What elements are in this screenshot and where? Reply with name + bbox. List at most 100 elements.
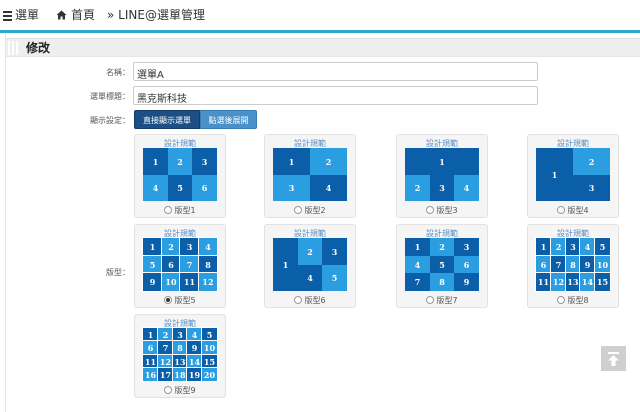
layout-cell: 3 <box>192 148 217 175</box>
layout-radio[interactable]: 版型7 <box>397 295 487 306</box>
layout-name: 版型8 <box>567 296 589 305</box>
layout-cell: 4 <box>143 175 168 201</box>
layout-cell: 6 <box>142 340 159 356</box>
layout-cell: 4 <box>198 237 218 257</box>
layout-cell: 9 <box>454 273 479 291</box>
layout-cell: 5 <box>594 237 611 257</box>
radio-button-icon[interactable] <box>164 296 173 304</box>
layout-radio[interactable]: 版型1 <box>135 205 225 216</box>
layout-cell: 5 <box>201 327 218 342</box>
layout-cell: 3 <box>430 175 454 201</box>
layout-radio[interactable]: 版型5 <box>135 295 225 306</box>
layout-cell: 3 <box>454 238 479 256</box>
layout-card[interactable]: 設計規範 1 2 3 4 5 版型6 <box>264 224 356 308</box>
layout-cell: 4 <box>454 175 479 201</box>
layout-radio[interactable]: 版型8 <box>528 295 618 306</box>
section-title: 修改 <box>26 41 51 55</box>
layout-cell: 1 <box>273 148 310 175</box>
layout-cell: 6 <box>192 175 217 201</box>
layout-cell: 14 <box>579 272 596 292</box>
radio-button-icon[interactable] <box>164 386 173 394</box>
menu-label: 選單 <box>15 8 40 22</box>
layout-cell: 9 <box>142 272 163 292</box>
layout-radio[interactable]: 版型4 <box>528 205 618 216</box>
layout-card[interactable]: 設計規範 1 2 3 4 5 6 7 8 9 10 11 12 13 14 15 16 17 18 19 20 版型9 <box>134 314 226 398</box>
layout-cell: 1 <box>143 148 168 175</box>
layout-name: 版型7 <box>436 296 458 305</box>
layout-cell: 12 <box>157 354 174 369</box>
layout-cell: 1 <box>142 327 159 342</box>
layout-cell: 2 <box>573 148 610 175</box>
layout-cell: 5 <box>430 256 454 273</box>
layout-name: 版型3 <box>436 206 458 215</box>
breadcrumb[interactable]: » LINE@選單管理 <box>107 6 205 23</box>
layout-cell: 12 <box>550 272 567 292</box>
layout-cell: 3 <box>322 238 347 265</box>
layout-cell: 3 <box>172 327 188 342</box>
layout-radio[interactable]: 版型6 <box>265 295 355 306</box>
layout-card[interactable]: 設計規範 1 2 3 4 5 6 7 8 9 10 11 12 13 14 15 版型8 <box>527 224 619 308</box>
layout-radio[interactable]: 版型9 <box>135 385 225 396</box>
layout-cell: 18 <box>172 367 188 382</box>
radio-button-icon[interactable] <box>426 296 435 304</box>
menu-title-input[interactable]: 黑克斯科技 <box>133 86 538 105</box>
layout-cell: 14 <box>186 354 203 369</box>
layout-card[interactable]: 設計規範 1 2 3 4 5 6 版型1 <box>134 134 226 218</box>
layout-cell: 6 <box>161 255 181 274</box>
layout-cell: 20 <box>201 367 218 382</box>
layout-cell: 10 <box>201 340 218 356</box>
layout-cell: 2 <box>405 175 430 201</box>
menu-toggle[interactable]: 選單 <box>3 6 39 23</box>
layout-radio[interactable]: 版型3 <box>397 205 487 216</box>
layout-cell: 6 <box>535 255 552 274</box>
layout-name: 版型5 <box>174 296 196 305</box>
hamburger-icon <box>3 9 12 23</box>
layout-cell: 2 <box>157 327 174 342</box>
home-label: 首頁 <box>71 8 96 22</box>
layout-cell: 7 <box>550 255 567 274</box>
left-border <box>5 33 6 412</box>
layout-cell: 12 <box>198 272 218 292</box>
layout-cell: 4 <box>310 175 347 201</box>
back-to-top-button[interactable] <box>601 346 626 371</box>
layout-cell: 11 <box>179 272 200 292</box>
radio-button-icon[interactable] <box>426 206 435 214</box>
radio-button-icon[interactable] <box>164 206 173 214</box>
layout-cell: 5 <box>322 265 347 291</box>
layout-cell: 8 <box>430 273 454 291</box>
layout-cell: 16 <box>142 367 159 382</box>
layout-cell: 15 <box>594 272 611 292</box>
layout-preview: 1 2 3 4 5 6 7 8 9 10 11 12 <box>142 237 218 292</box>
direct-display-button[interactable]: 直接顯示選單 <box>134 110 200 129</box>
layout-cell: 4 <box>579 237 596 257</box>
layout-preview: 123 456 789 <box>405 238 479 291</box>
layout-cell: 5 <box>142 255 163 274</box>
layout-cell: 1 <box>405 148 479 175</box>
expand-on-click-button[interactable]: 點選後展開 <box>200 110 257 129</box>
layout-cell: 8 <box>565 255 581 274</box>
layout-cell: 7 <box>157 340 174 356</box>
radio-button-icon[interactable] <box>294 296 303 304</box>
layout-card[interactable]: 設計規範 1 2 3 4 版型3 <box>396 134 488 218</box>
layout-cell: 11 <box>142 354 159 369</box>
layout-card[interactable]: 設計規範 1 2 3 4 5 6 7 8 9 版型7 <box>396 224 488 308</box>
layout-cell: 6 <box>454 256 479 273</box>
layout-cell: 2 <box>310 148 347 175</box>
radio-button-icon[interactable] <box>294 206 303 214</box>
radio-button-icon[interactable] <box>557 206 566 214</box>
layout-cell: 2 <box>161 237 181 257</box>
layout-card[interactable]: 設計規範 1 2 3 4 版型2 <box>264 134 356 218</box>
menu-title-label: 選單標題： <box>90 92 130 101</box>
layout-cell: 9 <box>186 340 203 356</box>
layout-cell: 8 <box>172 340 188 356</box>
radio-button-icon[interactable] <box>557 296 566 304</box>
layout-radio[interactable]: 版型2 <box>265 205 355 216</box>
layout-cell: 4 <box>186 327 203 342</box>
layout-card[interactable]: 設計規範 1 2 3 4 5 6 7 8 9 10 11 12 版型5 <box>134 224 226 308</box>
section-header: 修改 <box>6 38 640 57</box>
layout-card[interactable]: 設計規範 1 2 3 版型4 <box>527 134 619 218</box>
home-link[interactable]: 首頁 <box>56 6 95 23</box>
layout-cell: 2 <box>430 238 454 256</box>
name-input[interactable]: 選單A <box>133 62 538 81</box>
layout-cell: 15 <box>201 354 218 369</box>
